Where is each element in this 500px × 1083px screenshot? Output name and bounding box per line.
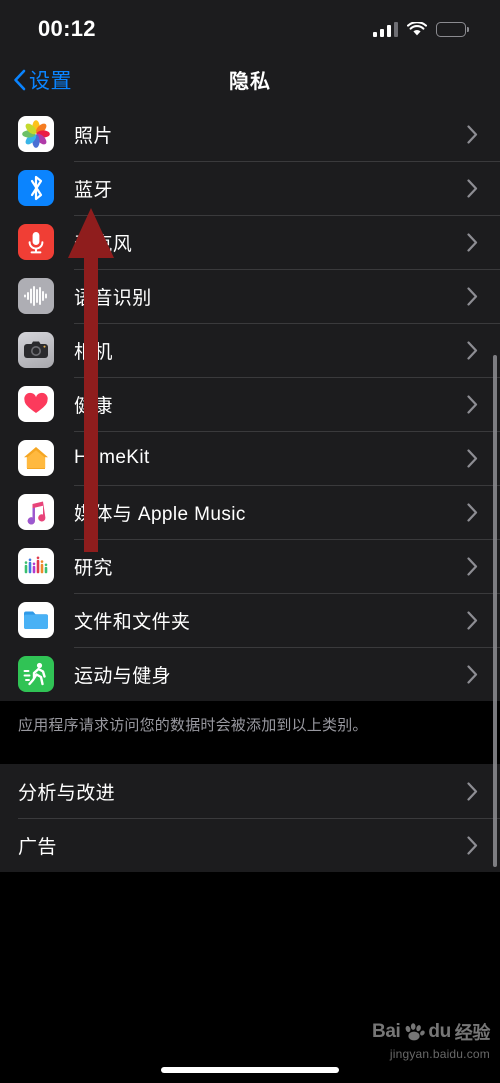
list-item-label: 语音识别 xyxy=(74,287,152,309)
list-item-label: 相机 xyxy=(74,341,113,363)
list-item-speech-recognition[interactable]: 语音识别 xyxy=(0,269,500,323)
list-item-bluetooth[interactable]: 蓝牙 xyxy=(0,161,500,215)
iphone-screen: 00:12 设置 隐私 照片 蓝牙 麦克风 语音识别 相机 健康 HomeKit… xyxy=(0,0,500,1083)
list-item-label: 广告 xyxy=(18,836,57,858)
health-app-icon xyxy=(18,386,54,422)
back-button-label: 设置 xyxy=(29,69,72,93)
research-app-icon xyxy=(18,548,54,584)
status-bar-clock: 00:12 xyxy=(38,16,96,41)
camera-app-icon xyxy=(18,332,54,368)
list-item-analytics-and-improvements[interactable]: 分析与改进 xyxy=(0,764,500,818)
cellular-signal-icon xyxy=(372,21,398,37)
list-item-label: HomeKit xyxy=(74,447,150,468)
back-button[interactable]: 设置 xyxy=(13,65,72,95)
baidu-jingyan-logo: Bai du 经验 xyxy=(372,1019,490,1045)
chevron-right-icon xyxy=(467,556,478,576)
photos-app-icon xyxy=(18,116,54,152)
analytics-section-list: 分析与改进 广告 xyxy=(0,764,500,872)
privacy-categories-list: 照片 蓝牙 麦克风 语音识别 相机 健康 HomeKit 媒体与 Apple M… xyxy=(0,107,500,701)
watermark: Bai du 经验 jingyan.baidu.com xyxy=(372,1019,490,1061)
chevron-right-icon xyxy=(467,664,478,684)
list-item-microphone[interactable]: 麦克风 xyxy=(0,215,500,269)
status-bar-indicators xyxy=(372,16,470,37)
bluetooth-app-icon xyxy=(18,170,54,206)
list-item-fitness[interactable]: 运动与健身 xyxy=(0,647,500,701)
list-item-label: 分析与改进 xyxy=(18,782,116,804)
chevron-left-icon xyxy=(13,69,26,91)
microphone-app-icon xyxy=(18,224,54,260)
list-item-label: 健康 xyxy=(74,395,113,417)
chevron-right-icon xyxy=(467,232,478,252)
chevron-right-icon xyxy=(467,781,478,801)
chevron-right-icon xyxy=(467,124,478,144)
baidu-paw-icon xyxy=(403,1023,426,1041)
privacy-section-footer-note: 应用程序请求访问您的数据时会被添加到以上类别。 xyxy=(0,701,500,764)
apple-music-icon xyxy=(18,494,54,530)
speech-recognition-icon xyxy=(18,278,54,314)
list-item-label: 文件和文件夹 xyxy=(74,611,191,633)
list-item-label: 麦克风 xyxy=(74,233,133,255)
list-item-files-and-folders[interactable]: 文件和文件夹 xyxy=(0,593,500,647)
homekit-app-icon xyxy=(18,440,54,476)
wifi-icon xyxy=(406,20,428,37)
list-item-label: 研究 xyxy=(74,557,113,579)
files-app-icon xyxy=(18,602,54,638)
watermark-brand-cn: 经验 xyxy=(454,1023,491,1043)
list-item-photos[interactable]: 照片 xyxy=(0,107,500,161)
list-item-media-apple-music[interactable]: 媒体与 Apple Music xyxy=(0,485,500,539)
status-bar: 00:12 xyxy=(0,0,500,52)
chevron-right-icon xyxy=(467,178,478,198)
fitness-app-icon xyxy=(18,656,54,692)
list-item-camera[interactable]: 相机 xyxy=(0,323,500,377)
page-title: 隐私 xyxy=(229,71,271,93)
chevron-right-icon xyxy=(467,448,478,468)
watermark-brand-mid: du xyxy=(428,1021,451,1042)
list-item-homekit[interactable]: HomeKit xyxy=(0,431,500,485)
watermark-brand-left: Bai xyxy=(372,1021,401,1042)
home-indicator-bar[interactable] xyxy=(161,1067,339,1073)
list-item-label: 媒体与 Apple Music xyxy=(74,503,246,525)
list-item-advertising[interactable]: 广告 xyxy=(0,818,500,872)
list-item-label: 蓝牙 xyxy=(74,179,113,201)
list-item-health[interactable]: 健康 xyxy=(0,377,500,431)
chevron-right-icon xyxy=(467,394,478,414)
list-item-research[interactable]: 研究 xyxy=(0,539,500,593)
vertical-scrollbar[interactable] xyxy=(493,355,497,867)
chevron-right-icon xyxy=(467,502,478,522)
chevron-right-icon xyxy=(467,610,478,630)
list-item-label: 照片 xyxy=(74,125,113,147)
chevron-right-icon xyxy=(467,835,478,855)
navigation-bar: 设置 隐私 xyxy=(0,52,500,107)
list-item-label: 运动与健身 xyxy=(74,665,172,687)
battery-low-power-icon xyxy=(436,21,470,37)
chevron-right-icon xyxy=(467,340,478,360)
watermark-url: jingyan.baidu.com xyxy=(389,1047,490,1061)
chevron-right-icon xyxy=(467,286,478,306)
